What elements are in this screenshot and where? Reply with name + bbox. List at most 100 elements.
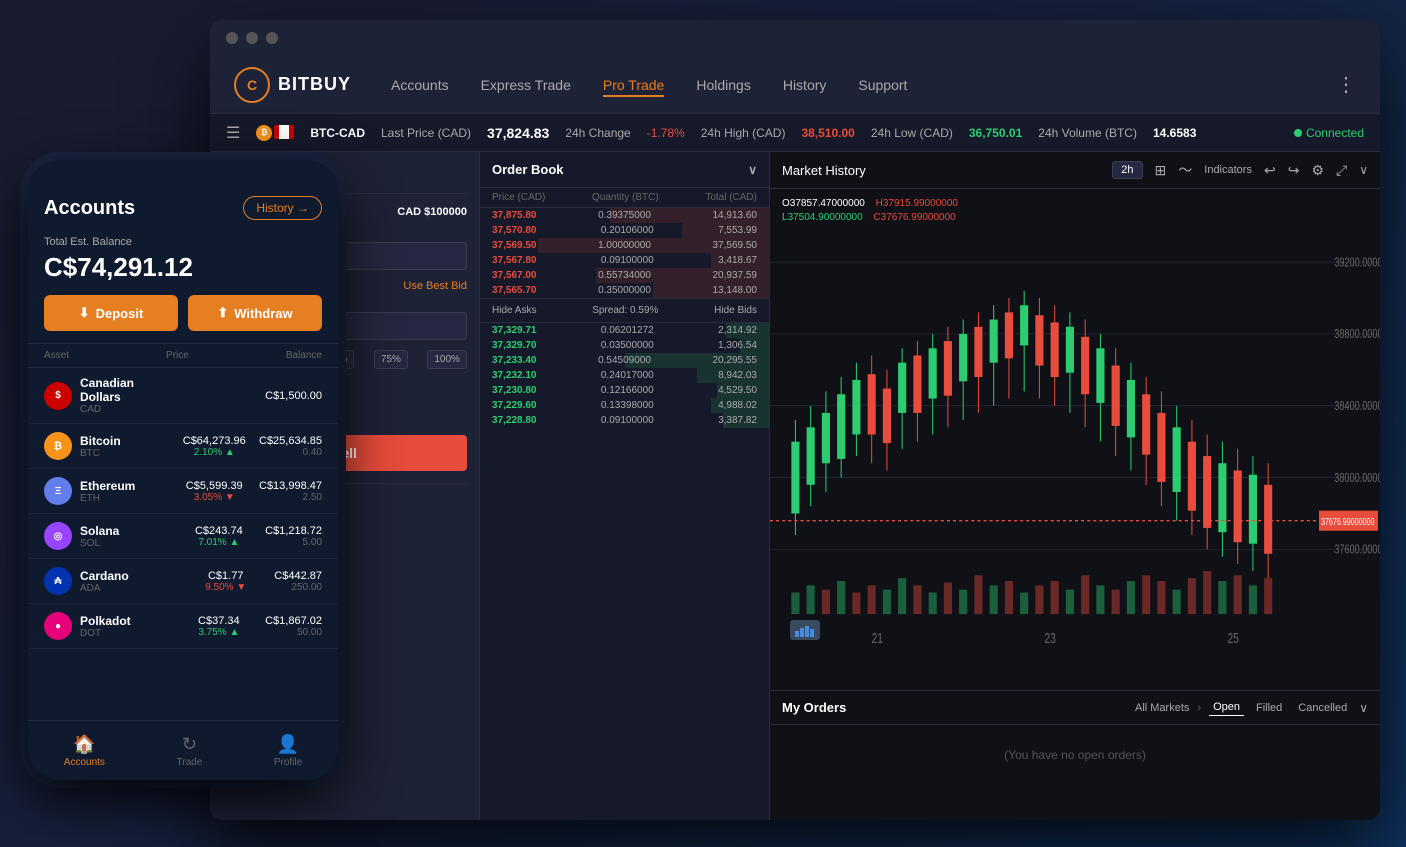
ada-price-col: C$1.77 9.50% ▼ <box>177 570 274 593</box>
mobile-action-buttons: ⬇ Deposit ⬆ Withdraw <box>44 295 322 331</box>
eth-name: Ethereum <box>80 479 170 493</box>
pct-100-btn[interactable]: 100% <box>427 350 467 369</box>
bid-row[interactable]: 37,228.80 0.09100000 3,387.82 <box>480 413 769 428</box>
chart-line-icon[interactable]: 〜 <box>1178 160 1192 180</box>
pct-75-btn[interactable]: 75% <box>374 350 408 369</box>
nav-pro-trade[interactable]: Pro Trade <box>603 73 664 97</box>
ticker-low-label: 24h Low (CAD) <box>871 126 953 140</box>
ob-col-price: Price (CAD) <box>492 192 545 203</box>
ada-icon: ₳ <box>44 567 72 595</box>
orders-filter: All Markets › Open Filled Cancelled ∨ <box>1135 699 1368 716</box>
bid-row[interactable]: 37,229.60 0.13398000 4,988.02 <box>480 398 769 413</box>
nav-express-trade[interactable]: Express Trade <box>481 73 571 97</box>
mobile-withdraw-btn[interactable]: ⬆ Withdraw <box>188 295 322 331</box>
settings-icon[interactable]: ⚙ <box>1311 162 1324 179</box>
minimize-btn[interactable] <box>246 32 258 44</box>
eth-change: 3.05% ▼ <box>170 492 260 503</box>
sol-icon: ◎ <box>44 522 72 550</box>
bid-row[interactable]: 37,232.10 0.24017000 8,942.03 <box>480 368 769 383</box>
ask-row[interactable]: 37,569.50 1.00000000 37,569.50 <box>480 238 769 253</box>
chart-chevron[interactable]: ∨ <box>1359 163 1368 177</box>
ticker-vol-value: 14.6583 <box>1153 126 1196 140</box>
tab-filled[interactable]: Filled <box>1252 700 1286 716</box>
ask-row[interactable]: 37,570.80 0.20106000 7,553.99 <box>480 223 769 238</box>
mobile-nav-trade[interactable]: ↻ Trade <box>177 734 203 768</box>
ticker-change-label: 24h Change <box>565 126 630 140</box>
svg-text:38000.00000000: 38000.00000000 <box>1334 472 1380 486</box>
mobile-nav-accounts[interactable]: 🏠 Accounts <box>64 734 105 768</box>
dot-info: Polkadot DOT <box>80 614 173 639</box>
cad-balance-col: C$1,500.00 <box>265 390 322 402</box>
ticker-high-label: 24h High (CAD) <box>701 126 786 140</box>
asset-list: $ Canadian Dollars CAD C$1,500.00 ₿ Bitc… <box>28 368 338 678</box>
bid-row[interactable]: 37,233.40 0.54509000 20,295.55 <box>480 353 769 368</box>
orders-chevron[interactable]: ∨ <box>1359 701 1368 715</box>
svg-text:39200.00000000: 39200.00000000 <box>1334 256 1380 270</box>
ob-col-qty: Quantity (BTC) <box>592 192 659 203</box>
ada-change: 9.50% ▼ <box>177 582 274 593</box>
bid-row[interactable]: 37,329.70 0.03500000 1,306.54 <box>480 338 769 353</box>
mobile-deposit-btn[interactable]: ⬇ Deposit <box>44 295 178 331</box>
bid-row[interactable]: 37,329.71 0.06201272 2,314.92 <box>480 323 769 338</box>
my-orders-title: My Orders <box>782 700 846 715</box>
mobile-history-btn[interactable]: History → <box>243 196 322 220</box>
nav-more-icon[interactable]: ⋮ <box>1336 72 1356 97</box>
order-book-chevron[interactable]: ∨ <box>748 163 757 177</box>
undo-icon[interactable]: ↩ <box>1264 162 1276 179</box>
eth-qty: 2.50 <box>259 492 322 503</box>
indicators-btn[interactable]: Indicators <box>1204 164 1252 176</box>
btc-balance: C$25,634.85 <box>259 435 322 447</box>
mobile-bottom-nav: 🏠 Accounts ↻ Trade 👤 Profile <box>28 720 338 780</box>
nav-support[interactable]: Support <box>858 73 907 97</box>
order-book-panel: Order Book ∨ Price (CAD) Quantity (BTC) … <box>480 152 770 820</box>
col-asset-label: Asset <box>44 350 69 361</box>
ticker-pair[interactable]: BTC-CAD <box>310 126 365 140</box>
nav-history[interactable]: History <box>783 73 827 97</box>
eth-price: C$5,599.39 <box>170 480 260 492</box>
asset-row-ada[interactable]: ₳ Cardano ADA C$1.77 9.50% ▼ C$442.87 25… <box>28 559 338 604</box>
time-2h-btn[interactable]: 2h <box>1112 161 1142 179</box>
bid-row[interactable]: 37,230.80 0.12166000 4,529.50 <box>480 383 769 398</box>
my-orders-section: My Orders All Markets › Open Filled Canc… <box>770 690 1380 820</box>
redo-icon[interactable]: ↪ <box>1288 162 1300 179</box>
asset-row-sol[interactable]: ◎ Solana SOL C$243.74 7.01% ▲ C$1,218.72… <box>28 514 338 559</box>
tab-open[interactable]: Open <box>1209 699 1244 716</box>
asset-row-btc[interactable]: ₿ Bitcoin BTC C$64,273.96 2.10% ▲ C$25,6… <box>28 424 338 469</box>
sol-balance-col: C$1,218.72 5.00 <box>265 525 322 548</box>
sol-balance: C$1,218.72 <box>265 525 322 537</box>
ohlc-open: 37857.47000000 <box>790 198 865 209</box>
cad-icon: $ <box>44 382 72 410</box>
asset-row-cad[interactable]: $ Canadian Dollars CAD C$1,500.00 <box>28 368 338 424</box>
trade-nav-label: Trade <box>177 757 203 768</box>
mobile-app: Accounts History → Total Est. Balance C$… <box>28 160 338 780</box>
mobile-nav-profile[interactable]: 👤 Profile <box>274 734 302 768</box>
hamburger-icon[interactable]: ☰ <box>226 123 240 143</box>
tab-cancelled[interactable]: Cancelled <box>1294 700 1351 716</box>
all-markets-btn[interactable]: All Markets <box>1135 702 1189 714</box>
asset-row-dot[interactable]: ● Polkadot DOT C$37.34 3.75% ▲ C$1,867.0… <box>28 604 338 649</box>
order-book-title: Order Book <box>492 162 564 177</box>
asset-table-header: Asset Price Balance <box>28 343 338 368</box>
hide-asks-btn[interactable]: Hide Asks <box>492 305 536 316</box>
sol-info: Solana SOL <box>80 524 173 549</box>
ask-row[interactable]: 37,567.00 0.55734000 20,937.59 <box>480 268 769 283</box>
ask-row[interactable]: 37,565.70 0.35000000 13,148.00 <box>480 283 769 298</box>
logo-text: BITBUY <box>278 74 351 95</box>
candlestick-chart: 39200.00000000 38800.00000000 38400.0000… <box>770 219 1380 650</box>
logo-icon: C <box>234 67 270 103</box>
profile-nav-icon: 👤 <box>277 734 299 755</box>
nav-accounts[interactable]: Accounts <box>391 73 449 97</box>
fullscreen-icon[interactable]: ⤢ <box>1336 162 1347 179</box>
col-balance-label: Balance <box>286 350 322 361</box>
asset-row-eth[interactable]: Ξ Ethereum ETH C$5,599.39 3.05% ▼ C$13,9… <box>28 469 338 514</box>
close-btn[interactable] <box>226 32 238 44</box>
maximize-btn[interactable] <box>266 32 278 44</box>
chart-type-icon[interactable]: ⊞ <box>1155 162 1167 179</box>
btc-change: 2.10% ▲ <box>170 447 260 458</box>
hide-bids-btn[interactable]: Hide Bids <box>714 305 757 316</box>
ask-row[interactable]: 37,567.80 0.09100000 3,418.67 <box>480 253 769 268</box>
sol-ticker: SOL <box>80 538 173 549</box>
cad-balance: C$1,500.00 <box>265 390 322 402</box>
nav-holdings[interactable]: Holdings <box>696 73 750 97</box>
ask-row[interactable]: 37,875.80 0.39375000 14,913.60 <box>480 208 769 223</box>
